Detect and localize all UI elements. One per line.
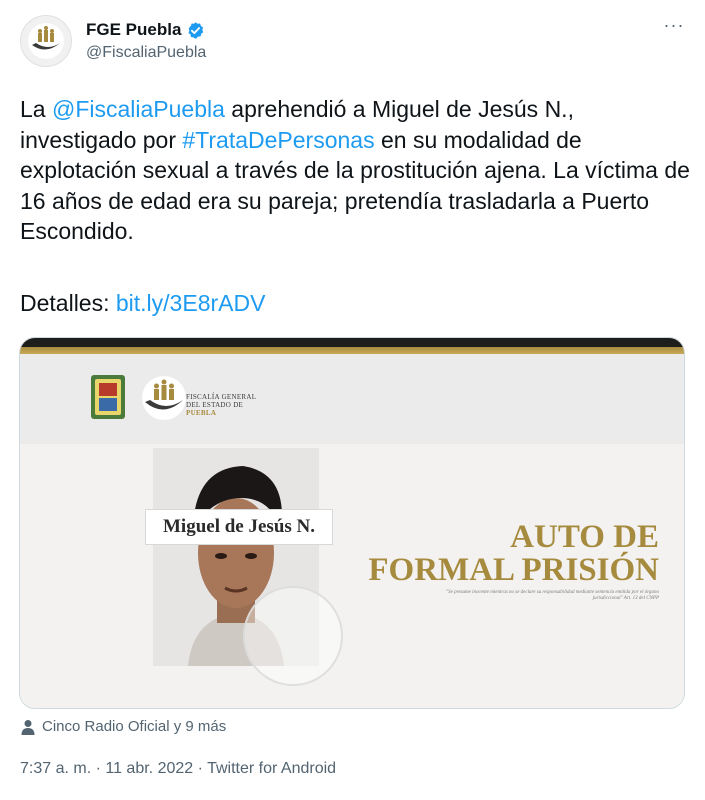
details-line: Detalles: bit.ly/3E8rADV [20, 288, 265, 318]
person-icon [21, 719, 35, 735]
tweet-time[interactable]: 7:37 a. m. [20, 760, 91, 777]
watermark-logo [243, 586, 343, 686]
media-card[interactable]: FISCALÍA GENERAL DEL ESTADO DE PUEBLA Mi… [19, 337, 685, 709]
name-tag: Miguel de Jesús N. [145, 509, 333, 545]
meta-separator: · [91, 760, 106, 777]
verified-badge-icon [188, 21, 204, 39]
tweet-text-prefix: La [20, 96, 52, 122]
agency-line-2: DEL ESTADO DE [186, 401, 244, 409]
tweet: FGE Puebla @FiscaliaPuebla ··· La @Fisca… [0, 0, 705, 800]
details-link[interactable]: bit.ly/3E8rADV [116, 290, 266, 316]
tweet-source: Twitter for Android [207, 760, 337, 777]
media-header: FISCALÍA GENERAL DEL ESTADO DE PUEBLA [20, 354, 684, 444]
auto-subtitle: "Se presume inocente mientras no se decl… [446, 590, 659, 601]
media-top-bar [20, 338, 684, 354]
author-name-row: FGE Puebla [86, 20, 205, 40]
agency-name: FISCALÍA GENERAL DEL ESTADO DE PUEBLA [186, 393, 256, 417]
auto-title-line-2: FORMAL PRISIÓN [368, 552, 659, 588]
auto-title-line-1: AUTO DE [510, 519, 659, 555]
fge-logo-icon [28, 23, 64, 59]
mention-link[interactable]: @FiscaliaPuebla [52, 96, 225, 122]
tweet-date[interactable]: 11 abr. 2022 [105, 760, 193, 777]
tweet-text: La @FiscaliaPuebla aprehendió a Miguel d… [20, 94, 690, 247]
puebla-shield-icon [91, 375, 125, 419]
tagged-people[interactable]: Cinco Radio Oficial y 9 más [20, 718, 226, 735]
agency-line-3: PUEBLA [186, 409, 217, 417]
meta-separator: · [193, 760, 208, 777]
agency-line-1: FISCALÍA GENERAL [186, 393, 257, 401]
details-label: Detalles: [20, 290, 116, 316]
auto-title: AUTO DE FORMAL PRISIÓN [368, 521, 659, 587]
handle[interactable]: @FiscaliaPuebla [86, 44, 206, 62]
hashtag-link[interactable]: #TrataDePersonas [182, 127, 374, 153]
fge-logo-icon [142, 376, 186, 420]
display-name[interactable]: FGE Puebla [86, 20, 181, 40]
tweet-meta: 7:37 a. m. · 11 abr. 2022 · Twitter for … [20, 760, 336, 778]
avatar[interactable] [20, 15, 72, 67]
more-icon[interactable]: ··· [663, 16, 685, 40]
tagged-text: Cinco Radio Oficial y 9 más [42, 718, 227, 735]
